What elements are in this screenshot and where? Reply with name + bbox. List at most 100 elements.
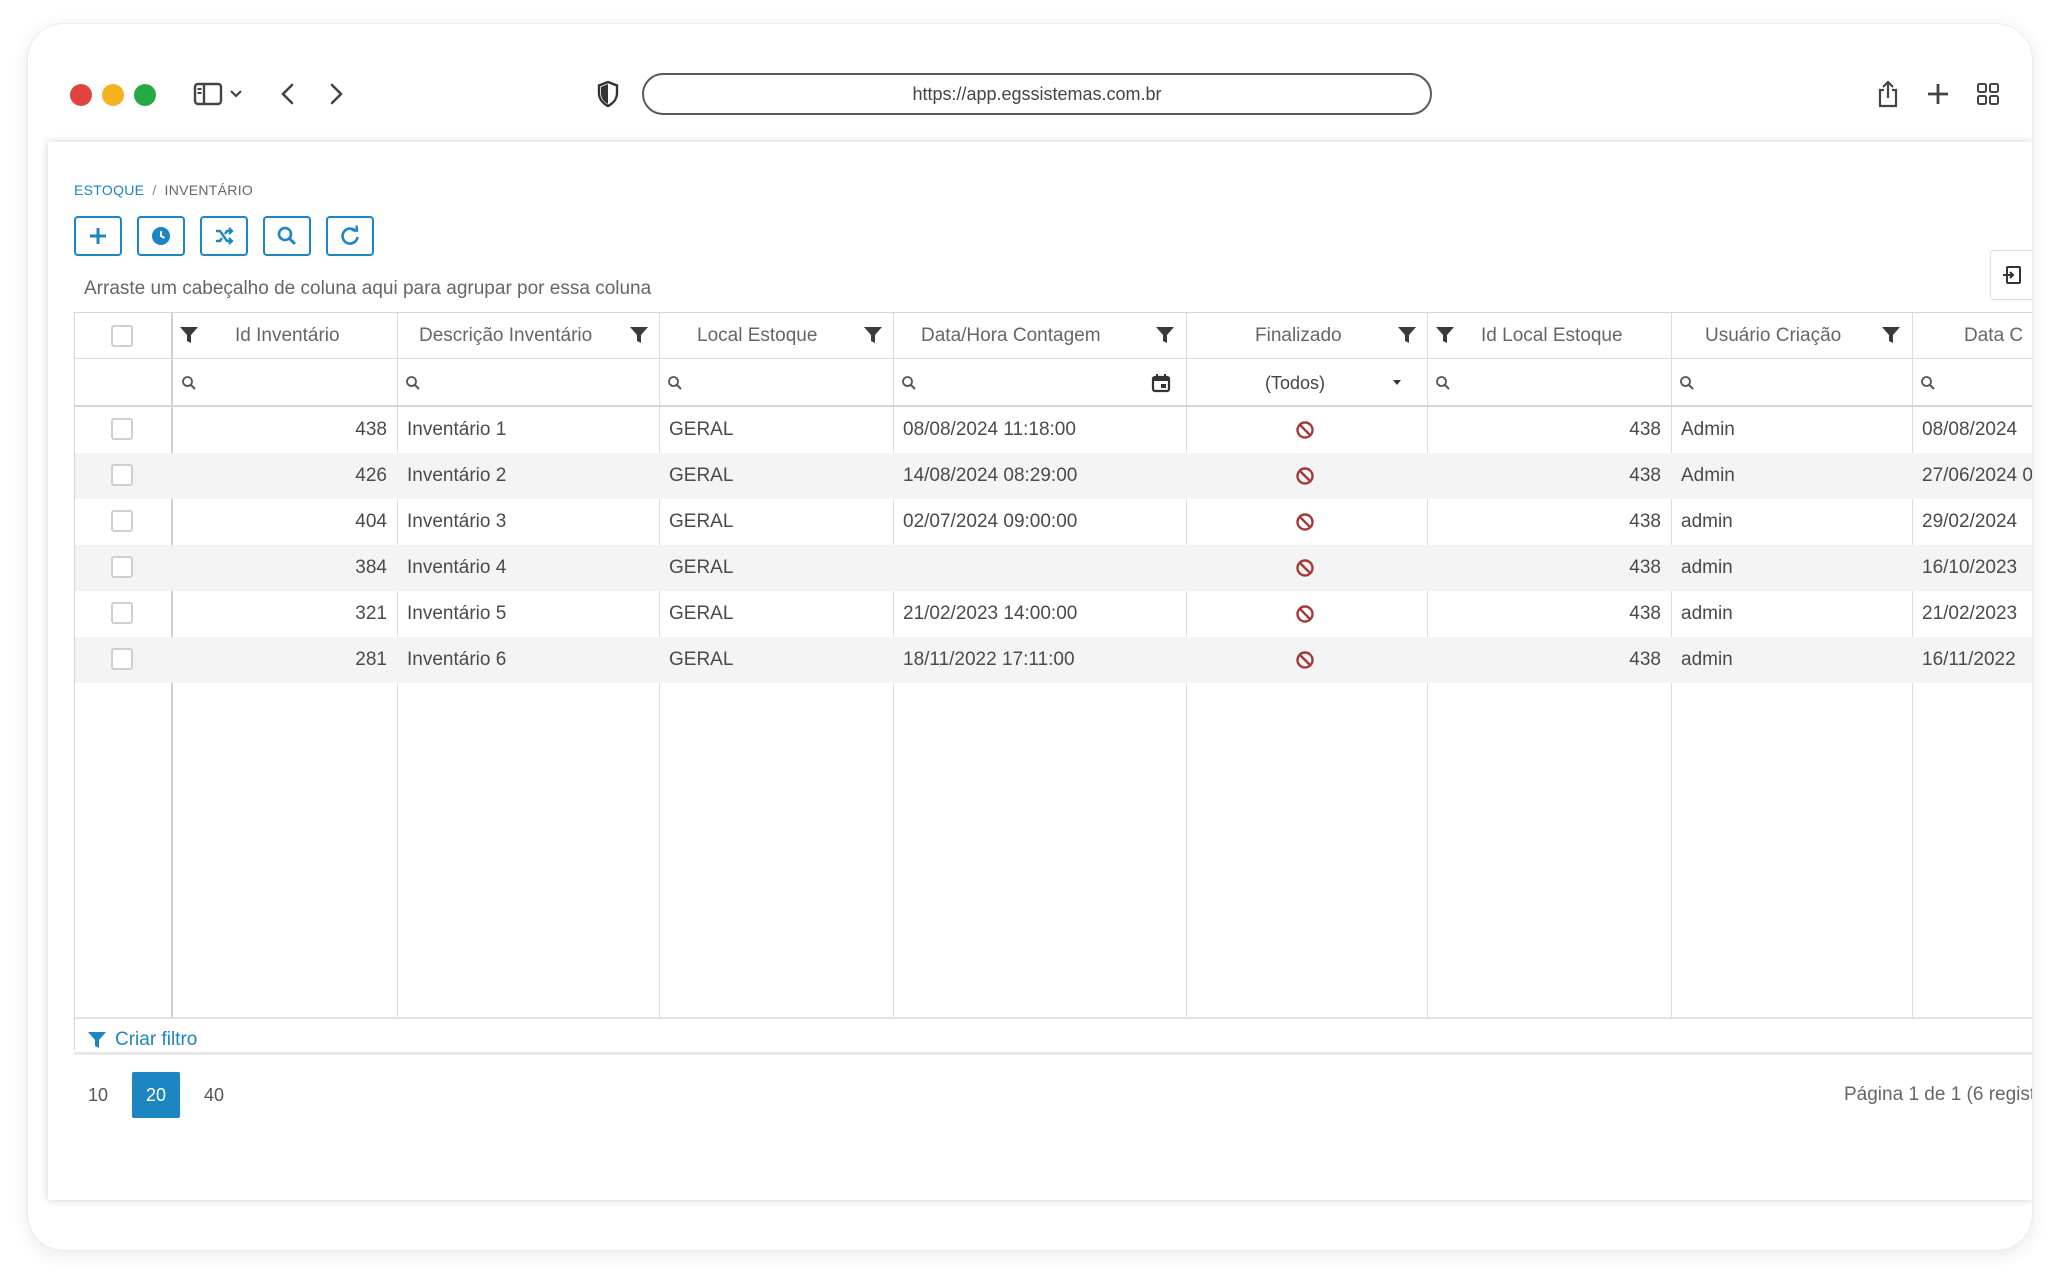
column-filter-icon[interactable] — [1435, 325, 1455, 345]
column-header-data-contagem[interactable]: Data/Hora Contagem — [921, 313, 1141, 359]
breadcrumb-estoque[interactable]: ESTOQUE — [74, 182, 144, 198]
row-checkbox[interactable] — [111, 648, 133, 670]
table-row[interactable]: 404 Inventário 3 GERAL 02/07/2024 09:00:… — [75, 499, 2032, 545]
table-row[interactable]: 321 Inventário 5 GERAL 21/02/2023 14:00:… — [75, 591, 2032, 637]
page-info: Página 1 de 1 (6 registros) — [1844, 1084, 2032, 1105]
cell-data-criacao: 29/02/2024 — [1922, 511, 2018, 532]
table-row[interactable]: 281 Inventário 6 GERAL 18/11/2022 17:11:… — [75, 637, 2032, 683]
back-icon[interactable] — [270, 76, 306, 112]
column-filter-icon[interactable] — [863, 325, 883, 345]
column-filter-icon[interactable] — [1155, 325, 1175, 345]
search-button[interactable] — [263, 216, 311, 256]
select-all-checkbox[interactable] — [111, 325, 133, 347]
cell-usuario-criacao: admin — [1681, 603, 1733, 624]
refresh-icon — [341, 225, 359, 245]
cell-id-inventario: 281 — [355, 649, 387, 670]
column-header-id-local-estoque[interactable]: Id Local Estoque — [1481, 313, 1661, 359]
column-filter-icon[interactable] — [1397, 325, 1417, 345]
search-icon — [182, 376, 196, 390]
search-icon — [406, 376, 420, 390]
cell-id-local-estoque: 438 — [1629, 465, 1661, 486]
data-grid: Id Inventário Descrição Inventário Local… — [74, 312, 2032, 1050]
column-header-finalizado[interactable]: Finalizado — [1255, 313, 1375, 359]
share-icon[interactable] — [1870, 76, 1906, 112]
row-checkbox[interactable] — [111, 602, 133, 624]
cell-local-estoque: GERAL — [669, 419, 734, 440]
forward-icon[interactable] — [318, 76, 354, 112]
calendar-icon[interactable] — [1151, 359, 1175, 407]
cell-id-inventario: 321 — [355, 603, 387, 624]
column-header-descricao[interactable]: Descrição Inventário — [419, 313, 619, 359]
filter-input-data-contagem[interactable] — [901, 359, 1141, 407]
filter-input-id-inventario[interactable] — [181, 359, 391, 407]
row-checkbox[interactable] — [111, 556, 133, 578]
cell-id-local-estoque: 438 — [1629, 603, 1661, 624]
column-filter-icon[interactable] — [1881, 325, 1901, 345]
tab-overview-icon[interactable] — [1970, 76, 2006, 112]
minimize-window-button[interactable] — [102, 84, 124, 106]
filter-input-data-criacao[interactable] — [1920, 359, 2020, 407]
table-row[interactable]: 438 Inventário 1 GERAL 08/08/2024 11:18:… — [75, 407, 2032, 453]
table-row[interactable]: 384 Inventário 4 GERAL 438 admin 16/10/2… — [75, 545, 2032, 591]
cell-usuario-criacao: admin — [1681, 511, 1733, 532]
cell-data-criacao: 16/10/2023 — [1922, 557, 2018, 578]
column-header-local-estoque[interactable]: Local Estoque — [697, 313, 857, 359]
filter-input-descricao[interactable] — [405, 359, 655, 407]
search-icon — [1921, 376, 1935, 390]
shuffle-button[interactable] — [200, 216, 248, 256]
refresh-button[interactable] — [326, 216, 374, 256]
maximize-window-button[interactable] — [134, 84, 156, 106]
shield-icon — [590, 76, 626, 112]
cell-id-inventario: 438 — [355, 419, 387, 440]
cell-id-local-estoque: 438 — [1629, 649, 1661, 670]
column-filter-icon[interactable] — [179, 325, 199, 345]
column-header-id-inventario[interactable]: Id Inventário — [235, 313, 385, 359]
cell-data-contagem: 14/08/2024 08:29:00 — [903, 465, 1078, 486]
column-header-usuario-criacao[interactable]: Usuário Criação — [1705, 313, 1865, 359]
history-button[interactable] — [137, 216, 185, 256]
cell-id-local-estoque: 438 — [1629, 557, 1661, 578]
cell-data-contagem: 08/08/2024 11:18:00 — [903, 419, 1076, 440]
sidebar-toggle-icon[interactable] — [190, 76, 226, 112]
cell-data-criacao: 27/06/2024 0 — [1922, 465, 2032, 486]
address-bar[interactable]: https://app.egssistemas.com.br — [642, 73, 1432, 115]
cell-data-contagem: 18/11/2022 17:11:00 — [903, 649, 1075, 670]
search-icon — [1436, 376, 1450, 390]
chevron-down-icon[interactable] — [224, 76, 248, 112]
filter-input-usuario-criacao[interactable] — [1679, 359, 1899, 407]
close-window-button[interactable] — [70, 84, 92, 106]
no-icon — [1295, 499, 1325, 545]
filter-input-local-estoque[interactable] — [667, 359, 887, 407]
cell-descricao: Inventário 3 — [407, 511, 507, 532]
search-icon — [668, 376, 682, 390]
page-size-40[interactable]: 40 — [190, 1072, 238, 1118]
filter-input-id-local-estoque[interactable] — [1435, 359, 1655, 407]
no-icon — [1295, 591, 1325, 637]
column-header-data-criacao[interactable]: Data C — [1964, 313, 2032, 359]
row-checkbox[interactable] — [111, 464, 133, 486]
row-checkbox[interactable] — [111, 418, 133, 440]
caret-down-icon[interactable] — [1391, 359, 1411, 407]
column-filter-icon[interactable] — [629, 325, 649, 345]
cell-data-contagem — [903, 545, 1179, 591]
grid-header-row: Id Inventário Descrição Inventário Local… — [75, 313, 2032, 359]
page-size-10[interactable]: 10 — [74, 1072, 122, 1118]
cell-id-inventario: 426 — [355, 465, 387, 486]
create-filter-link[interactable]: Criar filtro — [87, 1029, 197, 1050]
toolbar — [74, 216, 374, 256]
cell-data-contagem: 02/07/2024 09:00:00 — [903, 511, 1078, 532]
finalizado-filter-select[interactable]: (Todos) — [1215, 359, 1375, 407]
add-button[interactable] — [74, 216, 122, 256]
page-size-20[interactable]: 20 — [132, 1072, 180, 1118]
cell-descricao: Inventário 2 — [407, 465, 507, 486]
shuffle-icon — [216, 227, 234, 245]
cell-descricao: Inventário 6 — [407, 649, 507, 670]
table-row[interactable]: 426 Inventário 2 GERAL 14/08/2024 08:29:… — [75, 453, 2032, 499]
no-icon — [1295, 637, 1325, 683]
export-button[interactable] — [1990, 250, 2032, 300]
filter-panel-divider — [75, 1017, 2032, 1019]
no-icon — [1295, 407, 1325, 453]
browser-titlebar: https://app.egssistemas.com.br — [28, 24, 2032, 142]
row-checkbox[interactable] — [111, 510, 133, 532]
new-tab-icon[interactable] — [1920, 76, 1956, 112]
